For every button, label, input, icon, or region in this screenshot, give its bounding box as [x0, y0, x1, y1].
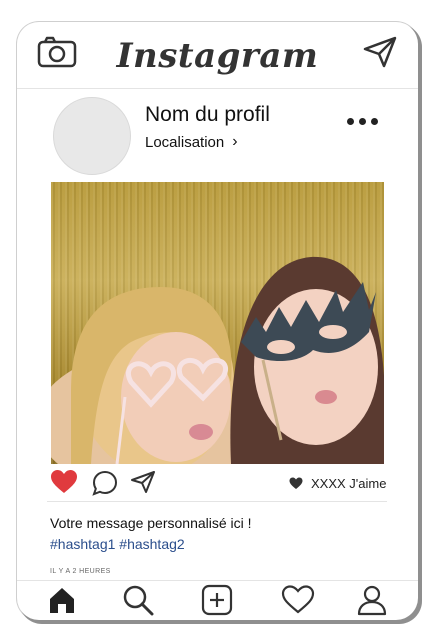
search-icon[interactable] [119, 583, 157, 617]
likes-count[interactable]: XXXX J'aime [289, 476, 386, 491]
bottom-nav [17, 580, 418, 620]
header-divider [17, 88, 418, 89]
likes-heart-icon [289, 477, 303, 489]
like-heart-icon[interactable] [49, 468, 79, 496]
send-icon[interactable] [361, 34, 399, 70]
post-actions: XXXX J'aime [17, 462, 418, 502]
instagram-frame: Instagram Nom du profil Localisation › X… [17, 22, 418, 620]
instagram-logo: Instagram [116, 36, 319, 76]
location-label: Localisation [145, 133, 225, 151]
actions-divider [47, 501, 387, 502]
more-dots-icon[interactable] [347, 118, 378, 125]
caption-text: Votre message personnalisé ici ! [50, 515, 252, 531]
avatar[interactable] [53, 97, 131, 175]
post-photo [51, 182, 384, 464]
share-icon[interactable] [129, 469, 157, 495]
profile-name[interactable]: Nom du profil [145, 103, 270, 127]
likes-text: XXXX J'aime [311, 476, 387, 491]
profile-icon[interactable] [353, 583, 391, 617]
caption-block: Votre message personnalisé ici ! #hashta… [50, 513, 252, 555]
profile-location[interactable]: Localisation › [145, 133, 238, 151]
post-time: IL Y A 2 HEURES [50, 568, 111, 575]
header: Instagram [17, 22, 418, 88]
home-icon[interactable] [43, 583, 81, 617]
chevron-right-icon: › [232, 133, 238, 150]
comment-icon[interactable] [91, 469, 119, 497]
hashtags[interactable]: #hashtag1 #hashtag2 [50, 534, 252, 555]
heart-icon[interactable] [279, 583, 317, 617]
add-icon[interactable] [198, 583, 236, 617]
